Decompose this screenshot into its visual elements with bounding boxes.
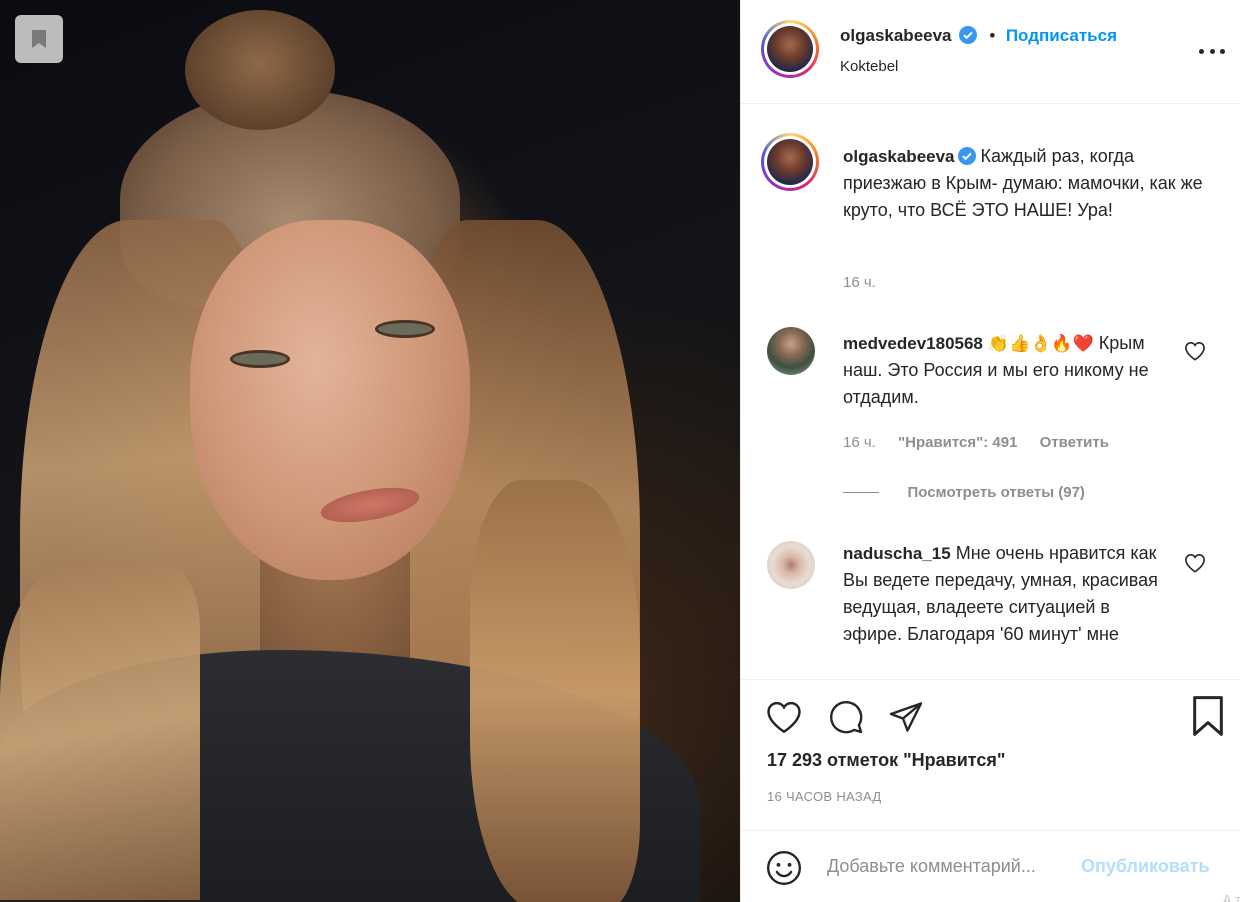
- comment-username[interactable]: naduscha_15: [843, 544, 951, 563]
- author-username[interactable]: olgaskabeeva: [840, 26, 952, 45]
- bookmark-icon[interactable]: [15, 15, 63, 63]
- photo-eye-right: [375, 320, 435, 338]
- heart-icon[interactable]: [1184, 553, 1206, 573]
- comment-username[interactable]: medvedev180568: [843, 334, 983, 353]
- photo-eye-left: [230, 350, 290, 368]
- photo-hair-lower-left: [0, 560, 200, 900]
- publish-button[interactable]: Опубликовать: [1081, 856, 1210, 877]
- separator-dot: •: [989, 26, 996, 45]
- view-replies-button[interactable]: Посмотреть ответы (97): [843, 484, 1085, 502]
- caption-username[interactable]: olgaskabeeva: [843, 147, 955, 166]
- comment: naduscha_15 Мне очень нравится как Вы ве…: [843, 540, 1173, 648]
- comment-meta: 16 ч. "Нравится": 491 Ответить: [843, 434, 1127, 451]
- caption-avatar[interactable]: [761, 133, 819, 191]
- add-comment-bar: Добавьте комментарий... Опубликовать А т: [741, 830, 1240, 902]
- commenter-avatar[interactable]: [767, 327, 815, 375]
- save-icon[interactable]: [1191, 696, 1225, 736]
- commenter-avatar[interactable]: [767, 541, 815, 589]
- like-heart-icon[interactable]: [765, 700, 803, 734]
- caption-time[interactable]: 16 ч.: [843, 274, 876, 291]
- more-icon[interactable]: [1199, 40, 1225, 62]
- heart-icon[interactable]: [1184, 341, 1206, 361]
- post-location[interactable]: Koktebel: [840, 58, 898, 75]
- comment-likes[interactable]: "Нравится": 491: [898, 434, 1017, 451]
- photo-face: [190, 220, 470, 580]
- comments-list[interactable]: olgaskabeeva Каждый раз, когда приезжаю …: [741, 105, 1240, 679]
- author-avatar[interactable]: [761, 20, 819, 78]
- caption: olgaskabeeva Каждый раз, когда приезжаю …: [843, 143, 1213, 224]
- comment: medvedev180568 👏👍👌🔥❤️ Крым наш. Это Росс…: [843, 330, 1173, 411]
- emoji-icon[interactable]: [765, 849, 803, 887]
- verified-icon: [957, 147, 976, 165]
- comment-input[interactable]: Добавьте комментарий...: [827, 856, 1036, 877]
- corner-text: А т: [1222, 892, 1240, 902]
- post-photo[interactable]: [0, 0, 740, 902]
- photo-hair-bun: [185, 10, 335, 130]
- likes-count[interactable]: 17 293 отметок "Нравится": [767, 750, 1005, 771]
- verified-icon: [958, 26, 977, 44]
- view-replies-label: Посмотреть ответы (97): [907, 484, 1085, 501]
- replies-divider: [843, 492, 879, 494]
- post-time[interactable]: 16 ЧАСОВ НАЗАД: [767, 789, 882, 804]
- photo-hair-lower-right: [470, 480, 640, 902]
- comment-time[interactable]: 16 ч.: [843, 434, 876, 451]
- reply-button[interactable]: Ответить: [1040, 434, 1109, 451]
- share-icon[interactable]: [887, 699, 925, 735]
- post-actions: 17 293 отметок "Нравится" 16 ЧАСОВ НАЗАД…: [741, 679, 1240, 902]
- comment-icon[interactable]: [827, 699, 865, 735]
- post-side-panel: olgaskabeeva • Подписаться Koktebel olga…: [740, 0, 1240, 902]
- follow-button[interactable]: Подписаться: [1006, 26, 1117, 45]
- post-header: olgaskabeeva • Подписаться Koktebel: [741, 0, 1240, 104]
- comment-emoji: 👏👍👌🔥❤️: [987, 334, 1094, 353]
